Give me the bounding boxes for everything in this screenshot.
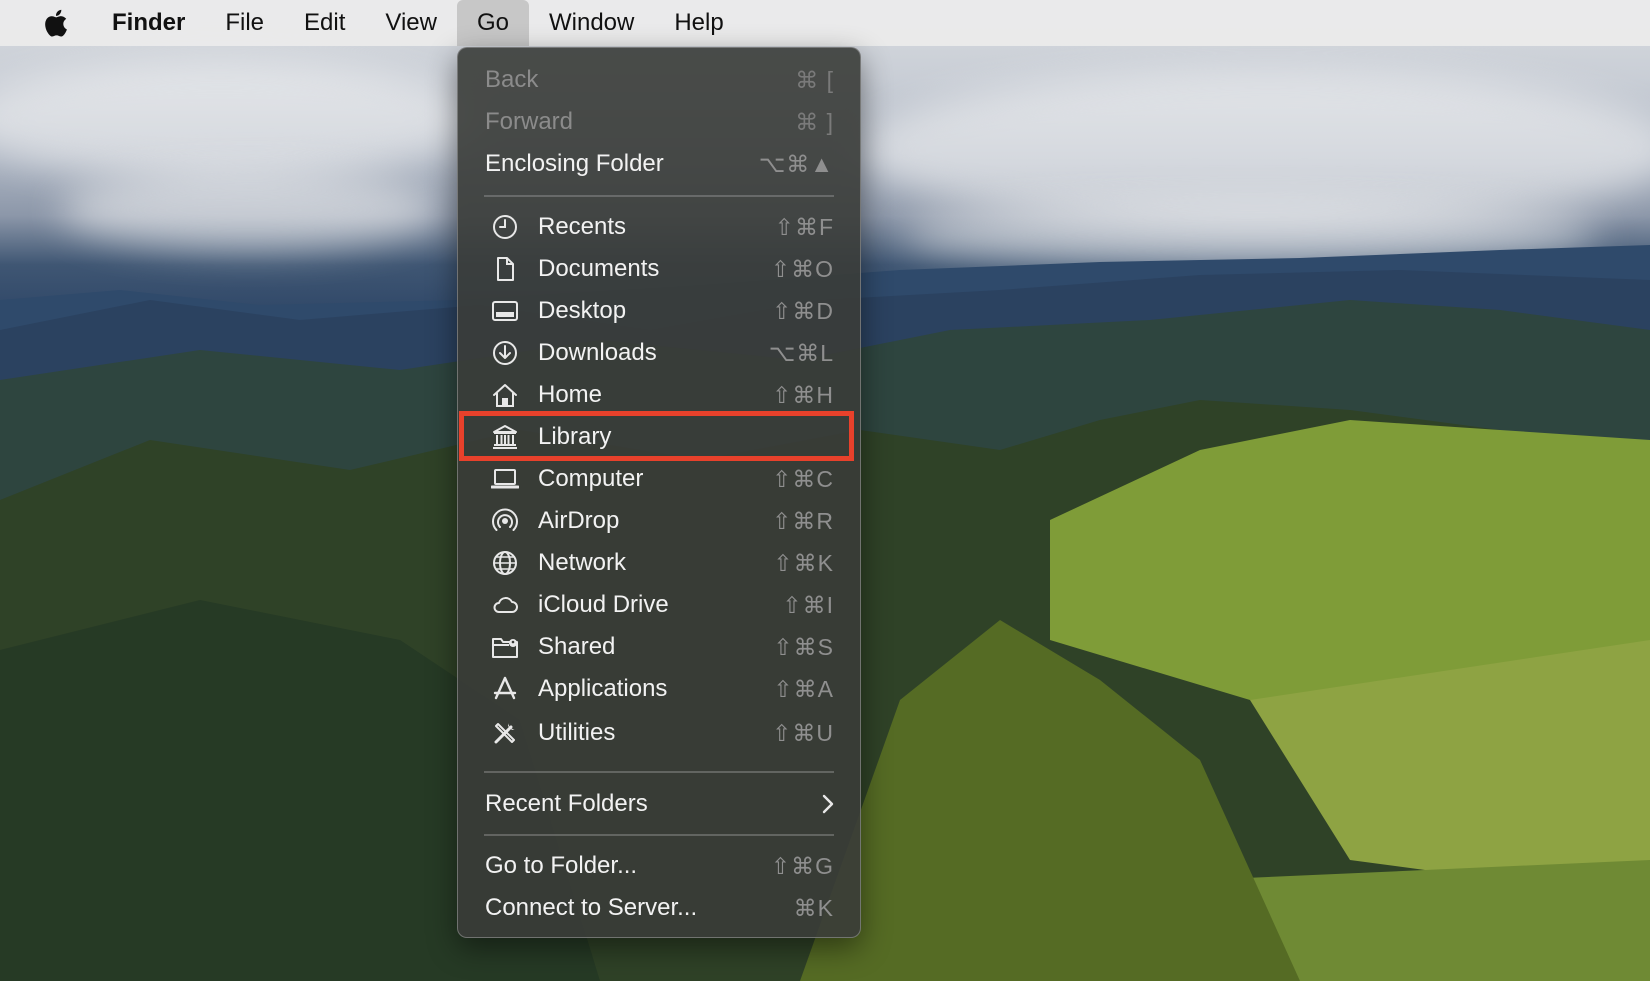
menu-item-label: Downloads [538,339,657,366]
menu-item-documents[interactable]: Documents ⇧⌘O [458,248,860,290]
menubar-item-go[interactable]: Go [456,0,529,46]
menu-item-back[interactable]: Back ⌘ [ [458,59,860,101]
menu-item-label: Recent Folders [485,790,648,817]
menu-item-label: Enclosing Folder [485,150,664,177]
menu-item-label: Documents [538,255,660,282]
menubar-item-help[interactable]: Help [654,0,743,46]
menu-item-label: Library [538,423,612,450]
cloud-icon [490,590,520,620]
menu-item-label: AirDrop [538,507,620,534]
menubar-item-finder[interactable]: Finder [110,0,205,46]
shortcut-label: ⇧⌘A [773,675,834,702]
shortcut-label: ⇧⌘H [772,381,834,408]
shortcut-label: ⇧⌘K [773,549,834,576]
menu-item-label: Network [538,549,627,576]
shortcut-label: ⇧⌘O [770,255,834,282]
menu-separator [484,771,834,773]
menu-item-label: Applications [538,675,668,702]
download-icon [490,338,520,368]
shortcut-label: ⇧⌘U [772,719,834,746]
menu-item-utilities[interactable]: Utilities ⇧⌘U [458,712,860,754]
menu-item-connect-to-server[interactable]: Connect to Server... ⌘K [458,887,860,929]
menu-item-label: Desktop [538,297,627,324]
shortcut-label: ⇧⌘R [772,507,834,534]
menubar-item-file[interactable]: File [205,0,284,46]
library-icon [490,422,520,452]
menu-item-applications[interactable]: Applications ⇧⌘A [458,668,860,710]
utilities-icon [490,718,520,748]
menu-item-home[interactable]: Home ⇧⌘H [458,374,860,416]
menu-item-recents[interactable]: Recents ⇧⌘F [458,206,860,248]
menu-item-shared[interactable]: Shared ⇧⌘S [458,626,860,668]
menubar-item-view[interactable]: View [365,0,457,46]
go-menu: Back ⌘ [ Forward ⌘ ] Enclosing Folder ⌥⌘… [457,47,861,938]
menu-separator [484,834,834,836]
shortcut-label: ⇧⌘G [770,852,834,879]
globe-icon [490,548,520,578]
menubar-item-edit[interactable]: Edit [284,0,365,46]
menu-item-label: Shared [538,633,616,660]
clock-icon [490,212,520,242]
apple-logo-icon[interactable] [36,8,74,38]
menu-item-label: Connect to Server... [485,894,698,921]
menu-item-label: Go to Folder... [485,852,638,879]
menu-item-desktop[interactable]: Desktop ⇧⌘D [458,290,860,332]
menu-item-label: iCloud Drive [538,591,669,618]
menu-item-label: Computer [538,465,644,492]
menu-item-icloud-drive[interactable]: iCloud Drive ⇧⌘I [458,584,860,626]
menu-item-computer[interactable]: Computer ⇧⌘C [458,458,860,500]
shortcut-label: ⇧⌘S [773,633,834,660]
menu-separator [484,195,834,197]
menu-item-label: Forward [485,108,574,135]
house-icon [490,380,520,410]
menu-item-label: Home [538,381,603,408]
shortcut-label: ⌘ [ [795,66,834,93]
desktop-icon [490,296,520,326]
menu-item-network[interactable]: Network ⇧⌘K [458,542,860,584]
menu-item-forward[interactable]: Forward ⌘ ] [458,101,860,143]
menu-item-recent-folders[interactable]: Recent Folders [458,783,860,825]
menubar-item-window[interactable]: Window [529,0,654,46]
shortcut-label: ⌥⌘▲ [758,150,834,177]
chevron-right-icon [822,794,834,814]
menu-item-library[interactable]: Library [458,416,860,458]
menu-item-downloads[interactable]: Downloads ⌥⌘L [458,332,860,374]
shortcut-label: ⇧⌘I [782,591,834,618]
shortcut-label: ⇧⌘C [772,465,834,492]
menu-item-go-to-folder[interactable]: Go to Folder... ⇧⌘G [458,845,860,887]
laptop-icon [490,464,520,494]
shared-folder-icon [490,632,520,662]
menu-item-enclosing-folder[interactable]: Enclosing Folder ⌥⌘▲ [458,143,860,185]
menu-item-label: Back [485,66,539,93]
shortcut-label: ⇧⌘D [772,297,834,324]
airdrop-icon [490,506,520,536]
shortcut-label: ⌥⌘L [768,339,834,366]
menu-item-label: Recents [538,213,627,240]
shortcut-label: ⇧⌘F [774,213,834,240]
menu-item-airdrop[interactable]: AirDrop ⇧⌘R [458,500,860,542]
shortcut-label: ⌘K [793,894,834,921]
menu-bar: Finder File Edit View Go Window Help [0,0,1650,46]
menu-item-label: Utilities [538,719,616,746]
applications-icon [490,674,520,704]
document-icon [490,254,520,284]
shortcut-label: ⌘ ] [795,108,834,135]
